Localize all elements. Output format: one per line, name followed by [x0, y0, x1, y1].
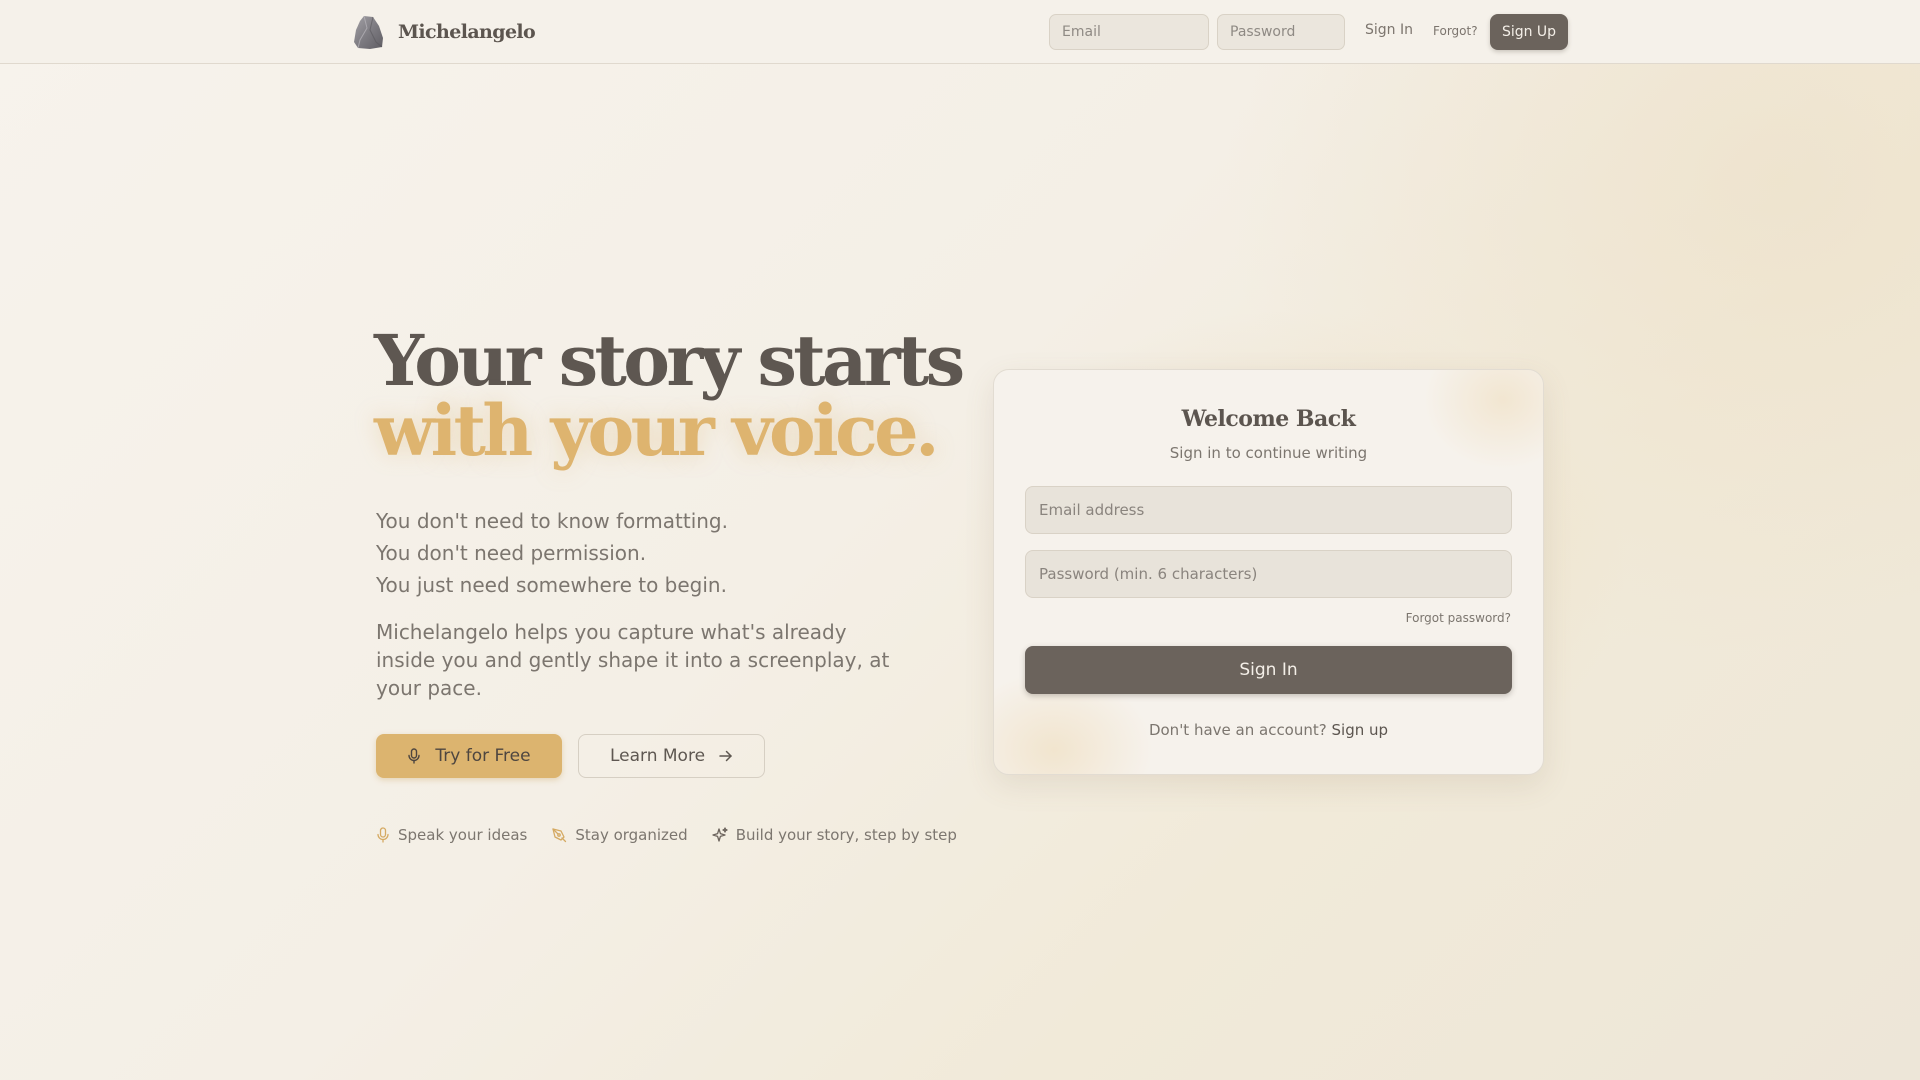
hero-intro-line: You just need somewhere to begin.	[376, 573, 727, 597]
stone-logo-icon	[354, 15, 383, 49]
hero-title: Your story starts with your voice.	[374, 319, 965, 472]
no-account-text: Don't have an account?	[1148, 721, 1327, 739]
sparkles-icon	[712, 827, 728, 842]
feature-label: Stay organized	[575, 826, 688, 844]
password-field[interactable]	[1025, 550, 1512, 598]
sign-up-prompt: Don't have an account? Sign up	[994, 721, 1543, 739]
forgot-password-link[interactable]: Forgot password?	[1406, 611, 1511, 625]
header-sign-up-button[interactable]: Sign Up	[1490, 14, 1568, 50]
header-sign-in-link[interactable]: Sign In	[1365, 22, 1413, 38]
pen-tool-icon	[552, 828, 567, 843]
feature-label: Speak your ideas	[398, 826, 528, 844]
learn-more-button[interactable]: Learn More	[578, 734, 765, 778]
learn-more-label: Learn More	[609, 746, 706, 766]
sign-in-button[interactable]: Sign In	[1025, 646, 1512, 694]
card-title: Welcome Back	[1181, 406, 1356, 432]
feature-item: Build your story, step by step	[712, 826, 957, 844]
header-password-input[interactable]	[1217, 14, 1345, 50]
card-subtitle: Sign in to continue writing	[1169, 444, 1368, 462]
sign-up-link[interactable]: Sign up	[1332, 721, 1389, 739]
arrow-right-icon	[719, 750, 732, 762]
try-for-free-label: Try for Free	[435, 746, 531, 766]
brand[interactable]: Michelangelo	[352, 13, 536, 51]
feature-item: Speak your ideas	[376, 826, 527, 844]
feature-list: Speak your ideas Stay organized Build yo…	[376, 826, 957, 844]
header-forgot-link[interactable]: Forgot?	[1433, 24, 1478, 38]
brand-name: Michelangelo	[398, 21, 536, 43]
hero-title-line-2: with your voice.	[374, 389, 939, 472]
hero-description: Michelangelo helps you capture what's al…	[376, 620, 890, 700]
try-for-free-button[interactable]: Try for Free	[376, 734, 562, 778]
email-field[interactable]	[1025, 486, 1512, 534]
hero-intro-line: You don't need to know formatting.	[376, 509, 728, 533]
top-navigation-bar: Michelangelo Sign In Forgot? Sign Up	[0, 0, 1920, 64]
mic-icon	[377, 827, 389, 843]
hero-intro-line: You don't need permission.	[376, 541, 647, 565]
feature-item: Stay organized	[551, 826, 688, 844]
feature-label: Build your story, step by step	[735, 826, 957, 844]
hero-intro-lines: You don't need to know formatting. You d…	[376, 505, 728, 601]
hero-title-line-1: Your story starts	[374, 319, 965, 402]
sign-in-card: Welcome Back Sign in to continue writing…	[993, 369, 1544, 775]
mic-icon	[408, 748, 421, 764]
header-email-input[interactable]	[1049, 14, 1209, 50]
